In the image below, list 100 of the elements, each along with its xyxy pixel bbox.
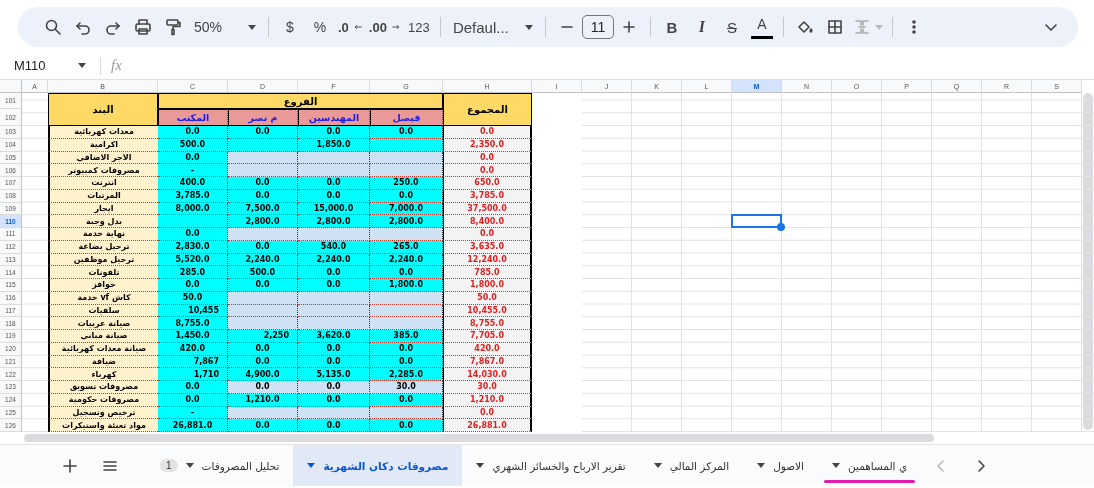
zoom-dropdown[interactable]: 50%	[188, 13, 262, 41]
table-cell: 2,800.0	[228, 215, 298, 228]
table-cell: 385.0	[370, 330, 443, 343]
table-cell: 1,800.0	[443, 279, 532, 292]
number-format-button[interactable]: 123	[403, 13, 434, 41]
table-cell: 0.0	[158, 381, 228, 394]
caret-icon[interactable]	[248, 24, 256, 30]
italic-button[interactable]: I	[686, 13, 717, 41]
table-cell: 14,030.0	[443, 368, 532, 381]
table-cell: 0.0	[158, 228, 228, 241]
table-cell: -	[158, 164, 228, 177]
table-cell: 2,800.0	[298, 215, 370, 228]
table-cell: مواد تعبئة واستيكرات	[48, 419, 158, 432]
count-badge: 1	[160, 459, 178, 472]
plus-icon[interactable]	[61, 456, 79, 475]
table-cell: 8,755.0	[443, 317, 532, 330]
table-cell: 0.0	[298, 126, 370, 139]
paint-bucket-icon[interactable]	[795, 18, 814, 36]
sheet-tab[interactable]: ي المساهمين	[818, 445, 922, 486]
name-box[interactable]: M110	[0, 54, 94, 77]
table-cell: 0.0	[443, 126, 532, 139]
table-cell: 0.0	[298, 279, 370, 292]
table-cell: 0.0	[228, 177, 298, 190]
arrow-right-icon[interactable]	[390, 22, 401, 32]
table-cell: 30.0	[443, 381, 532, 394]
currency-button[interactable]: $	[275, 13, 305, 41]
table-cell: 4,900.0	[228, 368, 298, 381]
table-cell: 0.0	[298, 419, 370, 432]
sheet-tab[interactable]: تقرير الارباح والخسائر الشهري	[462, 445, 640, 486]
paint-roller-icon[interactable]	[164, 18, 182, 36]
caret-icon	[874, 24, 883, 30]
table-cell: 8,400.0	[443, 215, 532, 228]
strikethrough-button[interactable]: S	[716, 13, 747, 41]
increase-decimal-button[interactable]: .00	[365, 13, 404, 41]
table-cell: 0.0	[443, 164, 532, 177]
table-cell: 0.0	[158, 279, 228, 292]
scrollbar-thumb[interactable]	[24, 434, 934, 442]
table-cell: 500.0	[228, 266, 298, 279]
sheet-tab[interactable]: مصروفات دكان الشهرية	[293, 445, 463, 486]
table-cell: حوافز	[48, 279, 158, 292]
sheet-tab[interactable]: المركز المالي	[639, 445, 744, 486]
text-color-button[interactable]: A	[746, 13, 777, 41]
table-cell: صيانة عربيات	[48, 317, 158, 330]
table-cell: 3,620.0	[298, 330, 370, 343]
caret-icon	[832, 463, 840, 468]
table-cell: 0.0	[158, 126, 228, 139]
column-header: فيصل	[370, 109, 443, 126]
caret-icon[interactable]	[78, 63, 86, 68]
table-cell: 0.0	[370, 126, 443, 139]
table-cell: كهرباء	[48, 368, 158, 381]
font-dropdown[interactable]: Defaul...	[446, 13, 539, 41]
table-cell: 0.0	[298, 266, 370, 279]
borders-icon[interactable]	[825, 18, 844, 36]
cell-selection[interactable]	[731, 214, 782, 228]
column-header: الفروع	[158, 93, 443, 109]
font-size-field[interactable]: 11	[581, 15, 614, 39]
table-cell: مصروفات كمبيوتر	[48, 164, 158, 177]
arrow-left-icon[interactable]	[352, 22, 363, 32]
caret-icon	[476, 463, 485, 468]
caret-icon	[307, 463, 316, 468]
table-cell: 285.0	[158, 266, 228, 279]
table-cell: 30.0	[370, 381, 443, 394]
column-header: البند	[48, 93, 158, 126]
table-cell: 1,800.0	[370, 279, 443, 292]
column-header: م نصر	[228, 109, 298, 126]
formula-label: fx	[111, 57, 122, 74]
search-icon[interactable]	[44, 18, 62, 36]
table-cell: 2,800.0	[370, 215, 443, 228]
caret-icon[interactable]	[524, 24, 533, 30]
table-cell: 250.0	[370, 177, 443, 190]
table-cell: 0.0	[298, 381, 370, 394]
table-cell: 0.0	[228, 419, 298, 432]
bold-button[interactable]: B	[656, 13, 687, 41]
print-icon[interactable]	[134, 18, 152, 36]
table-cell: 0.0	[228, 126, 298, 139]
column-header: المجموع	[443, 93, 532, 126]
table-cell: 2,250	[228, 330, 298, 343]
table-cell: 0.0	[443, 228, 532, 241]
table-cell: 0.0	[370, 419, 443, 432]
table-cell: 0.0	[298, 177, 370, 190]
percent-button[interactable]: %	[305, 13, 335, 41]
table-cell: 8,755.0	[158, 317, 228, 330]
column-header: المكتب	[158, 109, 228, 126]
table-cell: نهاية خدمة	[48, 228, 158, 241]
table-cell: 650.0	[443, 177, 532, 190]
sheet-tab[interactable]: الاصول	[743, 445, 818, 486]
table-cell: 1,710	[158, 368, 228, 381]
table-cell: 26,881.0	[443, 419, 532, 432]
decrease-decimal-button[interactable]: .0	[335, 13, 366, 41]
table-cell: 0.0	[228, 279, 298, 292]
column-header: المهندسين	[298, 109, 370, 126]
table-cell: 7,705.0	[443, 330, 532, 343]
table-cell: 400.0	[158, 177, 228, 190]
table-cell: صيانة مباني	[48, 330, 158, 343]
scrollbar-thumb[interactable]	[1083, 93, 1093, 430]
table-cell: 5,135.0	[298, 368, 370, 381]
table-cell: 1,450.0	[158, 330, 228, 343]
table-cell: بدل وجبة	[48, 215, 158, 228]
table-cell: 2,285.0	[370, 368, 443, 381]
caret-icon	[757, 463, 766, 468]
